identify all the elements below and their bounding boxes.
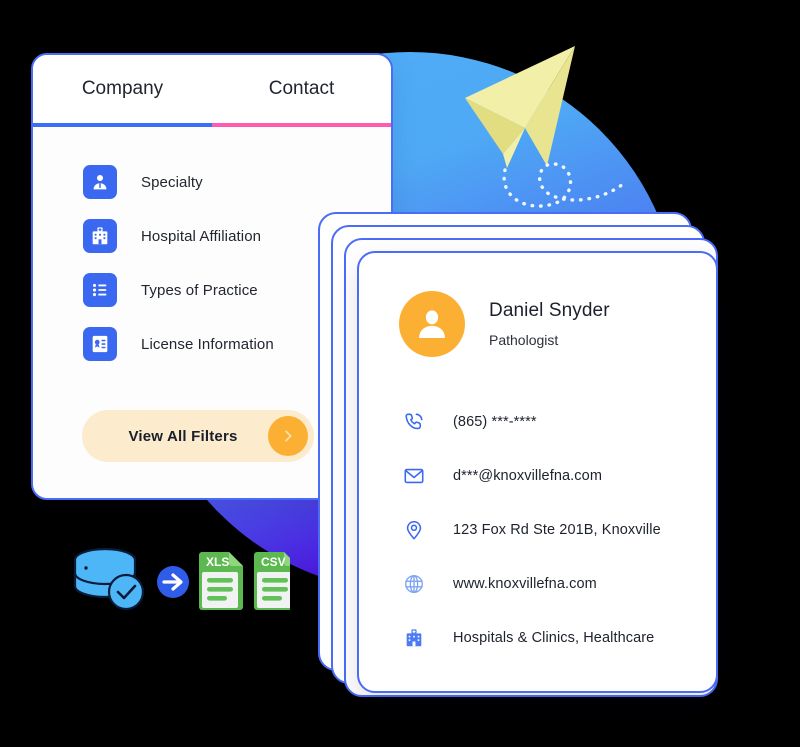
- hospital-building-icon: [83, 219, 117, 253]
- contact-name: Daniel Snyder: [489, 300, 610, 321]
- contact-details-list: (865) ***-**** d***@knoxvillefna.com 123…: [359, 357, 716, 651]
- panel-tabs: Company Contact: [33, 55, 391, 123]
- arrow-right-circle-icon: [157, 566, 189, 598]
- contact-card: Daniel Snyder Pathologist (865) ***-****: [357, 251, 718, 693]
- filter-item-hospital-affiliation-label: Hospital Affiliation: [141, 227, 262, 245]
- envelope-icon: [401, 463, 427, 489]
- contact-identity: Daniel Snyder Pathologist: [489, 300, 610, 348]
- contact-role: Pathologist: [489, 332, 559, 348]
- contact-card-header: Daniel Snyder Pathologist: [359, 253, 716, 357]
- tab-underline-contact: [212, 123, 391, 127]
- user-avatar-icon: [399, 291, 465, 357]
- csv-file-label: CSV: [261, 555, 286, 569]
- view-all-filters-label: View All Filters: [128, 427, 238, 445]
- tab-contact-label: Contact: [268, 78, 335, 99]
- contact-detail-phone[interactable]: (865) ***-****: [401, 409, 716, 435]
- tab-company-label: Company: [81, 78, 164, 99]
- xls-file-label: XLS: [206, 555, 229, 569]
- contact-detail-email[interactable]: d***@knoxvillefna.com: [401, 463, 716, 489]
- filter-item-specialty-label: Specialty: [141, 173, 203, 191]
- database-check-icon: [73, 547, 145, 611]
- contact-detail-website-value: www.knoxvillefna.com: [453, 576, 597, 592]
- bullet-list-icon: [83, 273, 117, 307]
- phone-icon: [401, 409, 427, 435]
- view-all-filters-button[interactable]: View All Filters: [82, 410, 314, 462]
- filter-item-specialty[interactable]: Specialty: [83, 165, 391, 199]
- illustration-stage: Company Contact Specialty Hospital Affil…: [0, 0, 800, 747]
- tab-underline: [33, 123, 391, 127]
- contact-detail-website[interactable]: www.knoxvillefna.com: [401, 571, 716, 597]
- export-row: XLS CSV: [60, 540, 290, 620]
- tab-company[interactable]: Company: [33, 55, 212, 123]
- tab-underline-company: [33, 123, 212, 127]
- contact-detail-address-value: 123 Fox Rd Ste 201B, Knoxville: [453, 522, 661, 538]
- hospital-icon: [401, 625, 427, 651]
- license-certificate-icon: [83, 327, 117, 361]
- xls-file-icon: XLS: [199, 552, 243, 610]
- filter-item-types-of-practice-label: Types of Practice: [141, 281, 258, 299]
- contact-detail-address[interactable]: 123 Fox Rd Ste 201B, Knoxville: [401, 517, 716, 543]
- filter-item-license-information-label: License Information: [141, 335, 274, 353]
- contact-detail-industry-value: Hospitals & Clinics, Healthcare: [453, 630, 655, 646]
- tab-contact[interactable]: Contact: [212, 55, 391, 123]
- globe-icon: [401, 571, 427, 597]
- doctor-avatar-icon: [83, 165, 117, 199]
- dotted-loop-trail-icon: [502, 162, 625, 208]
- chevron-right-icon[interactable]: [268, 416, 308, 456]
- csv-file-icon: CSV: [254, 552, 290, 610]
- paper-plane-icon: [455, 36, 645, 211]
- contact-detail-email-value: d***@knoxvillefna.com: [453, 468, 602, 484]
- contact-detail-industry[interactable]: Hospitals & Clinics, Healthcare: [401, 625, 716, 651]
- location-pin-icon: [401, 517, 427, 543]
- contact-detail-phone-value: (865) ***-****: [453, 414, 537, 430]
